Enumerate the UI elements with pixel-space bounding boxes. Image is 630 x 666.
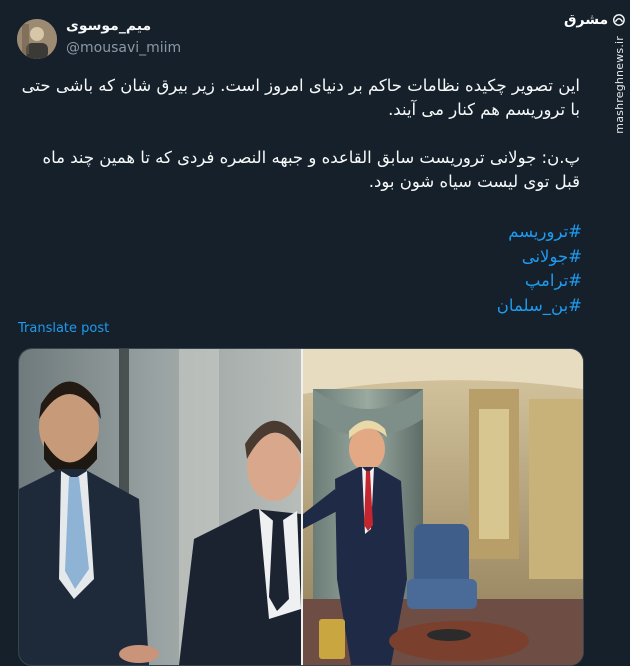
display-name[interactable]: میم_موسوی [66,18,151,34]
left-photo [19,349,301,665]
watermark-logo: مشرق [564,6,626,34]
hashtag-link[interactable]: #جولانی [18,245,582,270]
hashtag-link[interactable]: #ترامپ [18,269,582,294]
user-handle[interactable]: @mousavi_miim [66,40,181,56]
mashregh-logo-icon [613,14,625,26]
watermark-url: mashreghnews.ir [613,36,626,134]
hashtag-link[interactable]: #بن_سلمان [18,294,582,319]
tweet-body: این تصویر چکیده نظامات حاکم بر دنیای امر… [18,74,580,218]
translate-post-link[interactable]: Translate post [18,321,109,336]
hashtag-list: #تروریسم #جولانی #ترامپ #بن_سلمان [18,220,582,318]
watermark-logo-text: مشرق [564,12,609,28]
tweet-paragraph-2: پ.ن: جولانی تروریست سابق القاعده و جبهه … [42,148,580,191]
hashtag-link[interactable]: #تروریسم [18,220,582,245]
avatar[interactable] [17,19,57,59]
right-photo [303,349,583,665]
tweet-media-image[interactable] [18,348,584,666]
tweet-paragraph-1: این تصویر چکیده نظامات حاکم بر دنیای امر… [21,76,580,119]
